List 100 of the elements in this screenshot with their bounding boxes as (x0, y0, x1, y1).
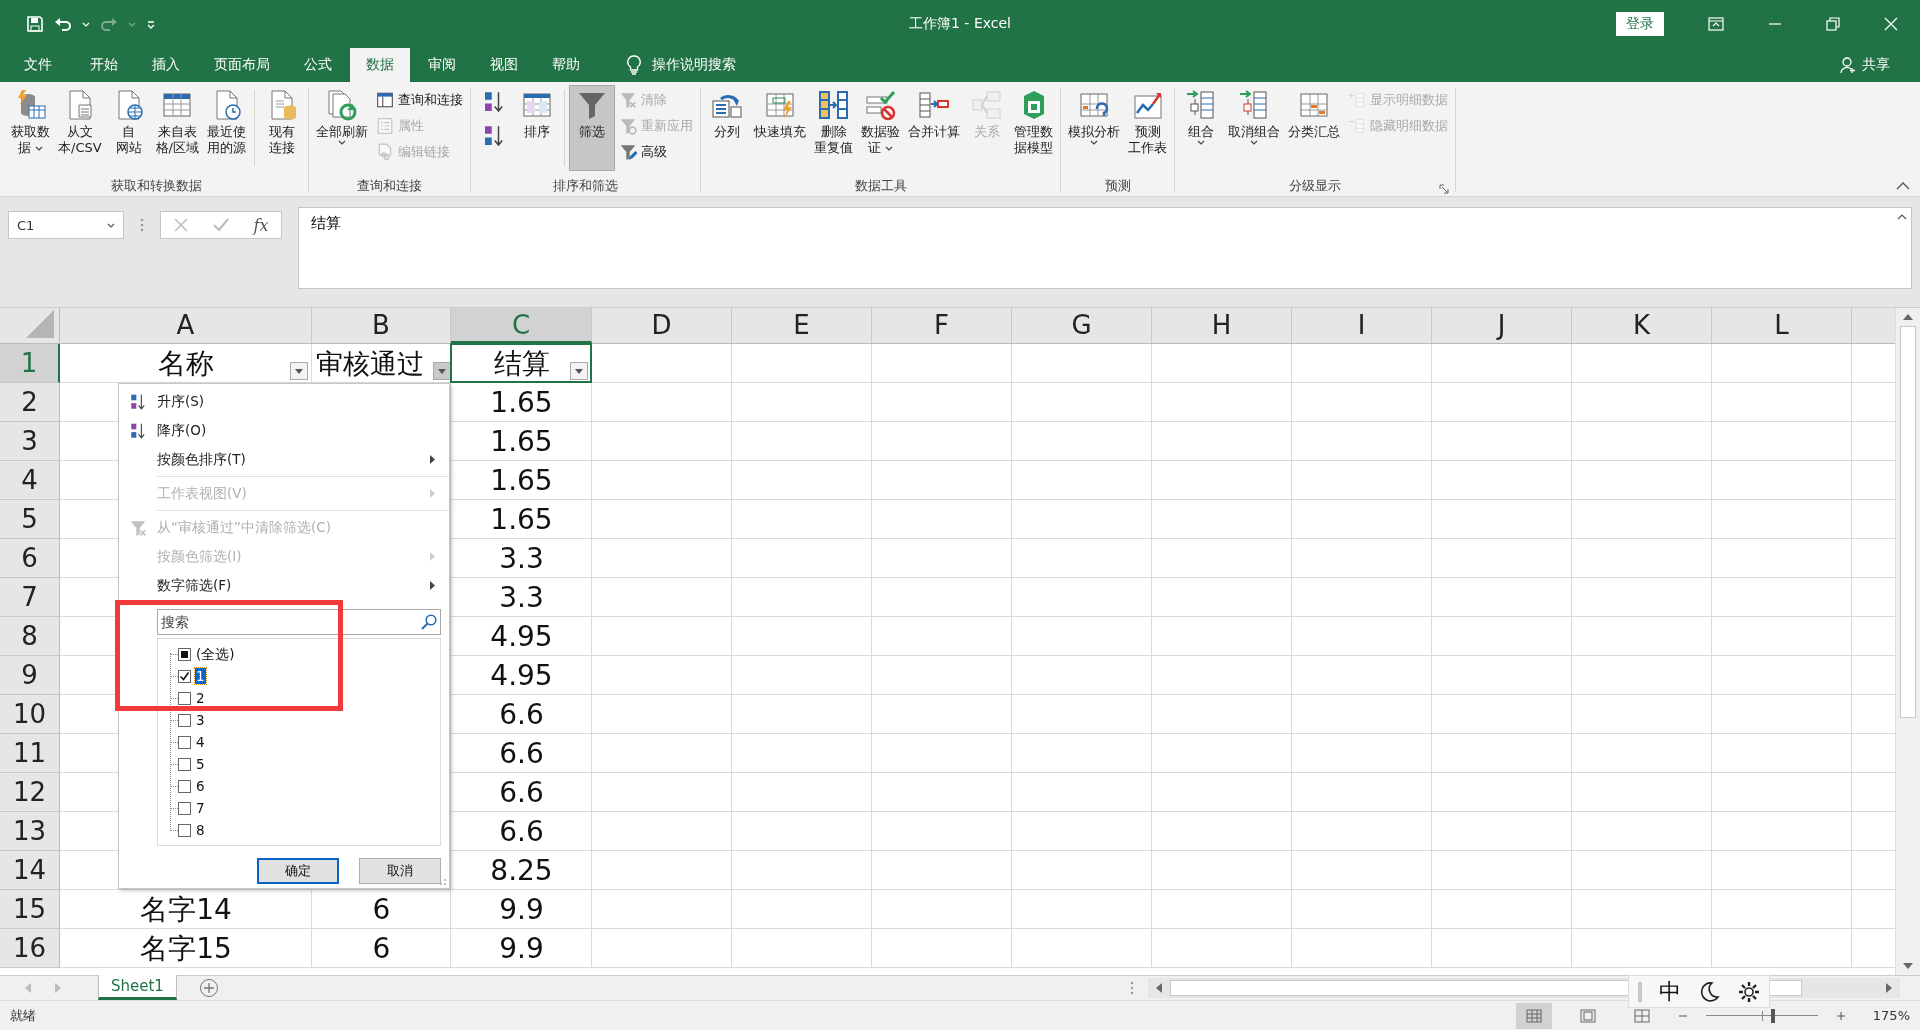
list-item[interactable]: 8 (195, 822, 206, 838)
tell-me-search[interactable]: 操作说明搜索 (652, 56, 736, 74)
column-header[interactable]: C (451, 308, 592, 343)
ribbon-tab[interactable]: 插入 (136, 48, 196, 82)
column-header[interactable]: H (1152, 308, 1292, 343)
ribbon-button[interactable]: 查询和连接 (373, 88, 466, 112)
checkbox[interactable] (178, 735, 191, 749)
ribbon-display-options-icon[interactable] (1708, 17, 1724, 31)
menu-item[interactable]: 按颜色排序(T) (119, 445, 449, 474)
checkbox[interactable] (178, 801, 191, 815)
ribbon-button[interactable]: 全部刷新 (313, 86, 371, 170)
input-mode-toggle[interactable]: 中 (1658, 976, 1681, 1007)
ribbon-tab[interactable]: 文件 (2, 48, 72, 82)
column-header[interactable]: F (872, 308, 1012, 343)
row-header[interactable]: 6 (0, 539, 60, 578)
collapse-ribbon-icon[interactable] (1896, 182, 1910, 190)
filter-dropdown-button[interactable] (570, 362, 588, 380)
row-header[interactable]: 11 (0, 734, 60, 773)
row-header[interactable]: 10 (0, 695, 60, 734)
ribbon-button[interactable]: 组合 (1179, 86, 1223, 170)
checkbox[interactable] (178, 647, 191, 661)
ok-button[interactable]: 确定 (257, 858, 339, 884)
row-header[interactable]: 16 (0, 929, 60, 968)
ribbon-tab[interactable]: 开始 (74, 48, 134, 82)
filter-dropdown-button[interactable] (433, 362, 451, 380)
ribbon-button[interactable]: 高级 (616, 140, 696, 164)
list-item[interactable]: 7 (195, 800, 206, 816)
row-header[interactable]: 4 (0, 461, 60, 500)
zoom-level[interactable]: 175% (1864, 1008, 1910, 1023)
ribbon-button[interactable]: 预测 工作表 (1125, 86, 1170, 170)
ribbon-button[interactable]: 快速填充 (751, 86, 809, 170)
row-header[interactable]: 2 (0, 383, 60, 422)
checkbox[interactable] (178, 757, 191, 771)
ribbon-button[interactable]: 模拟分析 (1065, 86, 1123, 170)
row-header[interactable]: 15 (0, 890, 60, 929)
row-header[interactable]: 5 (0, 500, 60, 539)
ribbon-button[interactable]: 取消组合 (1225, 86, 1283, 170)
restore-icon[interactable] (1826, 17, 1840, 31)
row-header[interactable]: 7 (0, 578, 60, 617)
ribbon-button[interactable]: 删除 重复值 (811, 86, 856, 170)
list-item[interactable]: 2 (195, 690, 206, 706)
ribbon-button[interactable]: 现有 连接 (260, 86, 304, 170)
row-header[interactable]: 14 (0, 851, 60, 890)
column-header[interactable]: I (1292, 308, 1432, 343)
ribbon-button[interactable]: 数据验 证 (858, 86, 903, 170)
ribbon-tab[interactable]: 公式 (288, 48, 348, 82)
cancel-button[interactable]: 取消 (359, 858, 441, 884)
settings-icon[interactable] (1736, 979, 1761, 1004)
close-icon[interactable] (1884, 17, 1898, 31)
undo-icon[interactable] (54, 15, 72, 33)
checkbox[interactable] (178, 779, 191, 793)
checkbox[interactable] (178, 691, 191, 705)
ribbon-button[interactable]: 从文 本/CSV (55, 86, 105, 170)
sheet-tab[interactable]: Sheet1 (98, 974, 177, 1000)
row-header[interactable]: 13 (0, 812, 60, 851)
scroll-down-icon[interactable] (1903, 963, 1913, 969)
drag-handle-icon[interactable] (1637, 980, 1642, 1003)
ribbon-button[interactable]: 合并计算 (905, 86, 963, 170)
insert-function-button[interactable]: fx (253, 215, 269, 235)
column-header[interactable]: E (732, 308, 872, 343)
column-header[interactable]: G (1012, 308, 1152, 343)
column-header[interactable]: L (1712, 308, 1852, 343)
scroll-up-icon[interactable] (1903, 314, 1913, 320)
ribbon-tab[interactable]: 数据 (350, 48, 410, 82)
lightbulb-icon[interactable] (626, 55, 642, 75)
ribbon-button[interactable]: 来自表 格/区域 (152, 86, 202, 170)
customize-toolbar-icon[interactable] (146, 19, 156, 29)
list-item[interactable]: 6 (195, 778, 206, 794)
ribbon-button[interactable]: 排序 (515, 86, 559, 170)
row-header[interactable]: 9 (0, 656, 60, 695)
ribbon-tab[interactable]: 视图 (474, 48, 534, 82)
ribbon-button[interactable]: 管理数 据模型 (1011, 86, 1056, 170)
ribbon-tab[interactable]: 帮助 (536, 48, 596, 82)
zoom-in-icon[interactable] (1836, 1010, 1846, 1021)
ribbon-button[interactable]: 获取数 据 (8, 86, 53, 170)
ribbon-button[interactable]: 分列 (705, 86, 749, 170)
ribbon-tab[interactable]: 页面布局 (198, 48, 286, 82)
vertical-scrollbar[interactable] (1895, 308, 1920, 975)
checkbox[interactable] (178, 823, 191, 837)
resize-grip-icon[interactable] (439, 878, 447, 886)
ribbon-button[interactable]: 筛选 (570, 86, 614, 170)
menu-item[interactable]: 数字筛选(F) (119, 571, 449, 600)
splitter-handle-icon[interactable] (1130, 981, 1134, 995)
filter-dropdown-button[interactable] (290, 362, 308, 380)
column-header[interactable]: K (1572, 308, 1712, 343)
row-header[interactable]: 8 (0, 617, 60, 656)
share-button[interactable]: 共享 (1862, 56, 1890, 74)
list-item[interactable]: 5 (195, 756, 206, 772)
column-header[interactable]: J (1432, 308, 1572, 343)
normal-view-button[interactable] (1516, 1002, 1552, 1029)
expand-formula-bar-icon[interactable] (1897, 214, 1907, 220)
list-item[interactable]: (全选) (195, 646, 236, 662)
row-header[interactable]: 3 (0, 422, 60, 461)
ribbon-button[interactable]: 分类汇总 (1285, 86, 1343, 170)
ribbon-button[interactable]: 自 网站 (106, 86, 151, 170)
checkbox[interactable] (178, 713, 191, 727)
drag-handle-icon[interactable] (140, 217, 144, 233)
formula-input[interactable]: 结算 (298, 207, 1912, 289)
ribbon-tab[interactable]: 审阅 (412, 48, 472, 82)
scroll-left-icon[interactable] (1156, 983, 1162, 993)
